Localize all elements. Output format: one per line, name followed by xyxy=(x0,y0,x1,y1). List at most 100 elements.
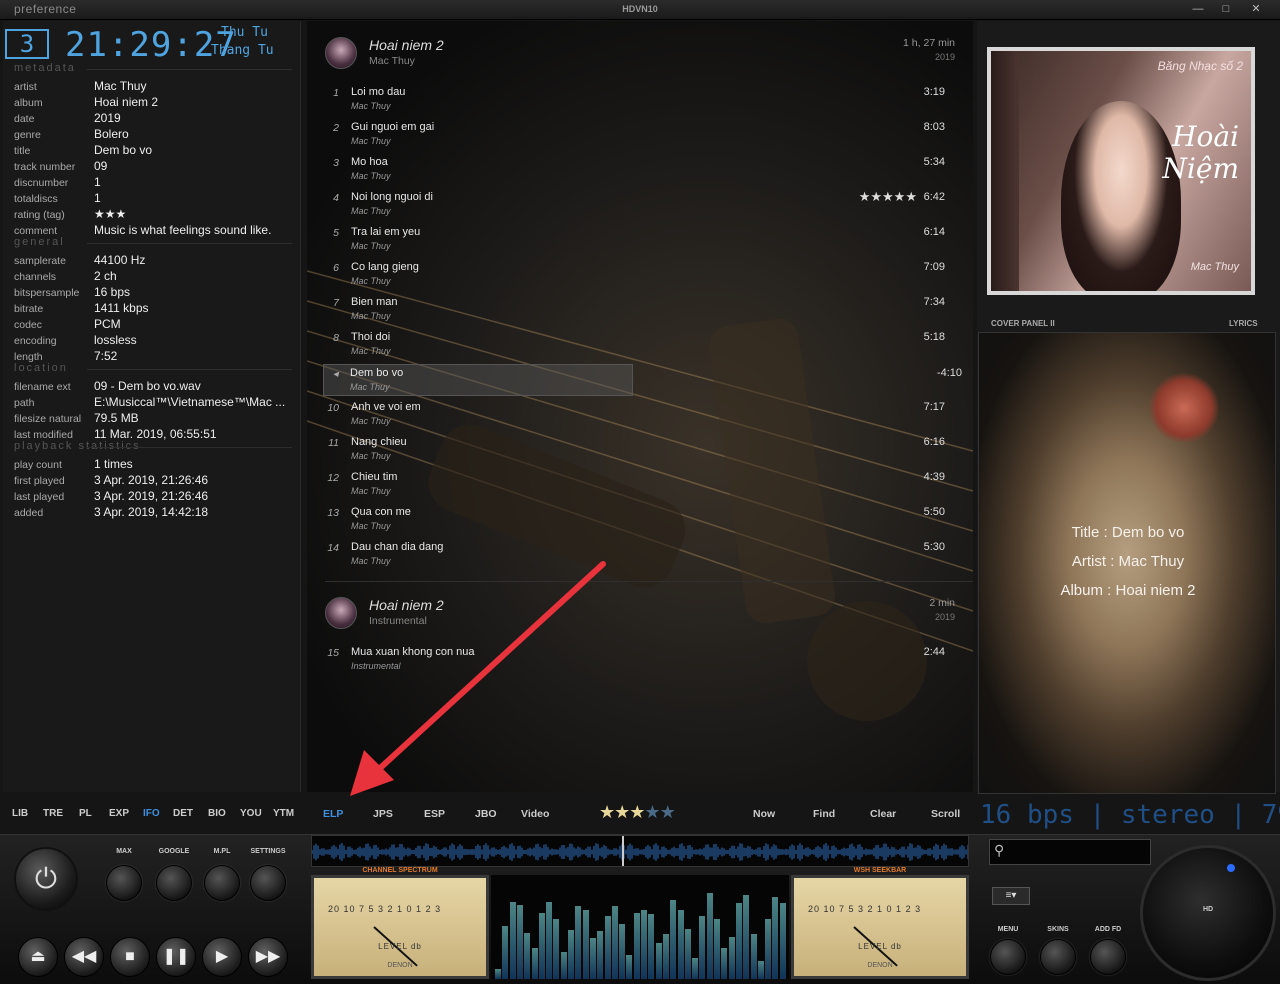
track-row[interactable]: 10 Anh ve voi em Mac Thuy 7:17 xyxy=(325,399,965,431)
sort-dropdown[interactable]: ≡▾ xyxy=(992,887,1030,905)
power-icon[interactable]: ⏻ xyxy=(14,847,78,911)
tab-video[interactable]: Video xyxy=(521,808,549,820)
forward-icon[interactable]: ▶▶ xyxy=(248,937,288,977)
tab-esp[interactable]: ESP xyxy=(424,808,445,820)
cover-spine xyxy=(991,51,1019,291)
tab-lib[interactable]: LIB xyxy=(12,808,28,819)
lyrics-label[interactable]: LYRICS xyxy=(1229,319,1258,328)
tab-elp[interactable]: ELP xyxy=(323,808,343,820)
track-row[interactable]: 6 Co lang gieng Mac Thuy 7:09 xyxy=(325,259,965,291)
star-icon[interactable]: ★ xyxy=(660,802,676,822)
tab-you[interactable]: YOU xyxy=(240,808,262,819)
knob-label: SETTINGS xyxy=(250,848,286,855)
track-duration: 3:19 xyxy=(923,86,945,98)
track-row[interactable]: 7 Bien man Mac Thuy 7:34 xyxy=(325,294,965,326)
info-row: codec PCM xyxy=(14,317,299,333)
track-row[interactable]: 14 Dau chan dia dang Mac Thuy 5:30 xyxy=(325,539,965,571)
track-row[interactable]: ◂ Dem bo vo Mac Thuy -4:10 xyxy=(323,364,962,396)
track-row[interactable]: 15 Mua xuan khong con nua Instrumental 2:44 xyxy=(325,644,965,676)
info-row: title Dem bo vo xyxy=(14,143,299,159)
info-value: Bolero xyxy=(94,127,129,141)
track-title: Chieu tim xyxy=(351,471,398,483)
now-button[interactable]: Now xyxy=(753,808,775,820)
track-row[interactable]: 3 Mo hoa Mac Thuy 5:34 xyxy=(325,154,965,186)
maximize-button[interactable]: □ xyxy=(1216,2,1236,16)
tab-tre[interactable]: TRE xyxy=(43,808,63,819)
track-title: Tra lai em yeu xyxy=(351,226,421,238)
album-header[interactable]: Hoai niem 2 Instrumental 2 min 2019 xyxy=(325,597,965,637)
waveform-seekbar[interactable] xyxy=(311,835,969,867)
spectrum-bar xyxy=(546,902,553,979)
info-value: Dem bo vo xyxy=(94,143,153,157)
spectrum-bar xyxy=(582,909,589,979)
info-value: Music is what feelings sound like. xyxy=(94,223,272,237)
scroll-button[interactable]: Scroll xyxy=(931,808,960,820)
star-icon[interactable]: ★ xyxy=(629,802,645,822)
track-number: 5 xyxy=(333,227,339,239)
info-row: genre Bolero xyxy=(14,127,299,143)
search-input[interactable]: ⚲ xyxy=(989,839,1151,865)
star-icon[interactable]: ★ xyxy=(614,802,630,822)
track-row[interactable]: 2 Gui nguoi em gai Mac Thuy 8:03 xyxy=(325,119,965,151)
pause-icon[interactable]: ❚❚ xyxy=(156,937,196,977)
rating-stars[interactable]: ★★★★★ xyxy=(599,802,676,823)
tab-jps[interactable]: JPS xyxy=(373,808,393,820)
track-duration: 6:42 xyxy=(923,191,945,203)
google-knob[interactable] xyxy=(156,865,192,901)
track-artist: Mac Thuy xyxy=(351,346,391,356)
spectrum-bar xyxy=(655,942,662,979)
album-header[interactable]: Hoai niem 2 Mac Thuy 1 h, 27 min 2019 xyxy=(325,37,965,77)
track-row[interactable]: 4 Noi long nguoi di Mac Thuy 6:42 ★★★★★ xyxy=(325,189,965,221)
track-row[interactable]: 12 Chieu tim Mac Thuy 4:39 xyxy=(325,469,965,501)
minimize-button[interactable]: — xyxy=(1188,2,1208,16)
mpl-knob[interactable] xyxy=(204,865,240,901)
tab-pl[interactable]: PL xyxy=(79,808,92,819)
album-cover[interactable]: Băng Nhạc số 2 Hoài Niệm Mac Thuy xyxy=(987,47,1255,295)
track-duration: 6:16 xyxy=(923,436,945,448)
volume-knob[interactable]: HD xyxy=(1140,845,1276,981)
seek-cursor[interactable] xyxy=(622,836,624,866)
track-row[interactable]: 11 Nang chieu Mac Thuy 6:16 xyxy=(325,434,965,466)
skins-knob[interactable] xyxy=(1040,939,1076,975)
track-row[interactable]: 13 Qua con me Mac Thuy 5:50 xyxy=(325,504,965,536)
find-button[interactable]: Find xyxy=(813,808,835,820)
tab-ytm[interactable]: YTM xyxy=(273,808,294,819)
menu-knob[interactable] xyxy=(990,939,1026,975)
album-duration: 2 min xyxy=(929,597,955,609)
track-number-display: 3 xyxy=(5,29,49,59)
close-button[interactable]: ✕ xyxy=(1246,2,1266,16)
tab-ifo[interactable]: IFO xyxy=(143,808,160,819)
track-number: 11 xyxy=(328,437,339,449)
play-icon[interactable]: ▶ xyxy=(202,937,242,977)
vu-brand: DENON xyxy=(867,962,893,969)
track-row[interactable]: 5 Tra lai em yeu Mac Thuy 6:14 xyxy=(325,224,965,256)
tab-det[interactable]: DET xyxy=(173,808,193,819)
info-panel: 3 21:29:27 Thu Tu Thang Tu metadata artis… xyxy=(3,21,301,792)
star-icon[interactable]: ★ xyxy=(644,802,660,822)
info-row: first played 3 Apr. 2019, 21:26:46 xyxy=(14,473,299,489)
cover-panel-label[interactable]: COVER PANEL II xyxy=(991,319,1055,328)
info-row: date 2019 xyxy=(14,111,299,127)
tab-bio[interactable]: BIO xyxy=(208,808,226,819)
spectrum-bar xyxy=(670,899,677,979)
star-icon[interactable]: ★ xyxy=(599,802,615,822)
info-value: 1411 kbps xyxy=(94,301,149,315)
rewind-icon[interactable]: ◀◀ xyxy=(64,937,104,977)
max-knob[interactable] xyxy=(106,865,142,901)
album-title: Hoai niem 2 xyxy=(369,37,444,53)
settings-knob[interactable] xyxy=(250,865,286,901)
clear-button[interactable]: Clear xyxy=(870,808,896,820)
add-fd-knob[interactable] xyxy=(1090,939,1126,975)
cover-title-line2: Niệm xyxy=(1162,152,1239,185)
tab-jbo[interactable]: JBO xyxy=(475,808,497,820)
tab-exp[interactable]: EXP xyxy=(109,808,129,819)
track-row[interactable]: 8 Thoi doi Mac Thuy 5:18 xyxy=(325,329,965,361)
stop-icon[interactable]: ■ xyxy=(110,937,150,977)
track-row[interactable]: 1 Loi mo dau Mac Thuy 3:19 xyxy=(325,84,965,116)
track-rating[interactable]: ★★★★★ xyxy=(859,189,917,205)
eject-icon[interactable]: ⏏ xyxy=(18,937,58,977)
cover-title-line1: Hoài xyxy=(1172,120,1239,153)
title-bar: preference HDVN10 — □ ✕ xyxy=(0,0,1280,20)
rose-image xyxy=(1149,373,1219,443)
track-duration: 7:17 xyxy=(923,401,945,413)
